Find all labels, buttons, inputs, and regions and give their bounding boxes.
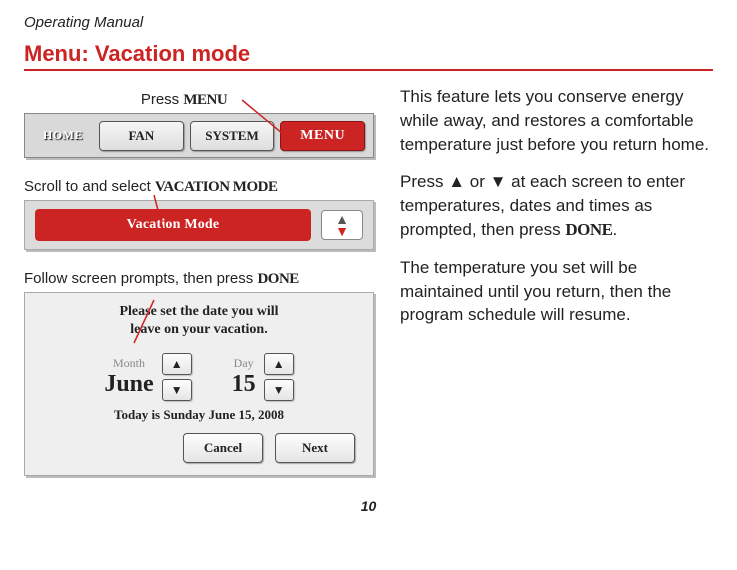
day-value: 15 [232,371,256,398]
scroll-caption-pre: Scroll to and select [24,178,155,195]
today-text: Today is Sunday June 15, 2008 [37,407,361,423]
triangle-down-icon: ▼ [335,225,349,237]
month-day-row: Month June ▲ ▼ Day 15 ▲ ▼ [37,353,361,401]
vacation-mode-bar: Vacation Mode ▲ ▼ [24,200,374,250]
follow-caption: Follow screen prompts, then press DONE [24,270,374,288]
right-column: This feature lets you conserve energy wh… [400,85,713,476]
day-down-button[interactable]: ▼ [264,379,294,401]
p2-done: DONE [565,220,612,239]
month-up-button[interactable]: ▲ [162,353,192,375]
p2-a: Press [400,172,448,191]
system-button[interactable]: SYSTEM [190,121,275,151]
scroll-caption: Scroll to and select VACATION MODE [24,178,374,196]
press-menu-text: Press [141,91,184,108]
menu-button[interactable]: MENU [280,121,365,151]
day-label: Day [232,356,256,371]
scroll-caption-word: VACATION MODE [155,179,278,195]
day-group: Day 15 ▲ ▼ [232,353,294,401]
follow-caption-word: DONE [257,271,298,287]
top-button-bar: HOME FAN SYSTEM MENU [24,113,374,158]
day-up-button[interactable]: ▲ [264,353,294,375]
doc-header: Operating Manual [24,14,713,31]
cancel-button[interactable]: Cancel [183,433,263,463]
month-down-button[interactable]: ▼ [162,379,192,401]
paragraph-2: Press ▲ or ▼ at each screen to enter tem… [400,170,713,241]
vacation-date-screen: Please set the date you will leave on yo… [24,292,374,476]
fan-button[interactable]: FAN [99,121,184,151]
triangle-down-icon: ▼ [490,172,507,191]
month-group: Month June ▲ ▼ [104,353,191,401]
page-number: 10 [24,498,713,514]
screen-prompt-line2: leave on your vacation. [37,321,361,339]
home-button[interactable]: HOME [33,120,93,151]
left-column: Press MENU HOME FAN SYSTEM MENU Scroll t… [24,85,374,476]
triangle-down-icon: ▼ [171,383,183,397]
page-title: Menu: Vacation mode [24,41,713,67]
next-button[interactable]: Next [275,433,355,463]
paragraph-1: This feature lets you conserve energy wh… [400,85,713,156]
p2-b: or [465,172,490,191]
month-stepper: ▲ ▼ [162,353,192,401]
press-menu-word: MENU [183,92,227,108]
month-value: June [104,371,153,398]
vacation-mode-item[interactable]: Vacation Mode [35,209,311,241]
triangle-up-icon: ▲ [171,357,183,371]
triangle-up-icon: ▲ [273,357,285,371]
screen-prompt-line1: Please set the date you will [37,303,361,321]
triangle-down-icon: ▼ [273,383,285,397]
month-label: Month [104,356,153,371]
press-menu-caption: Press MENU [24,91,344,109]
follow-caption-pre: Follow screen prompts, then press [24,270,257,287]
scroll-arrows[interactable]: ▲ ▼ [321,210,363,240]
cancel-next-row: Cancel Next [37,433,361,463]
day-stepper: ▲ ▼ [264,353,294,401]
paragraph-3: The temperature you set will be maintain… [400,256,713,327]
title-rule [24,69,713,71]
triangle-up-icon: ▲ [448,172,465,191]
p2-d: . [613,220,618,239]
